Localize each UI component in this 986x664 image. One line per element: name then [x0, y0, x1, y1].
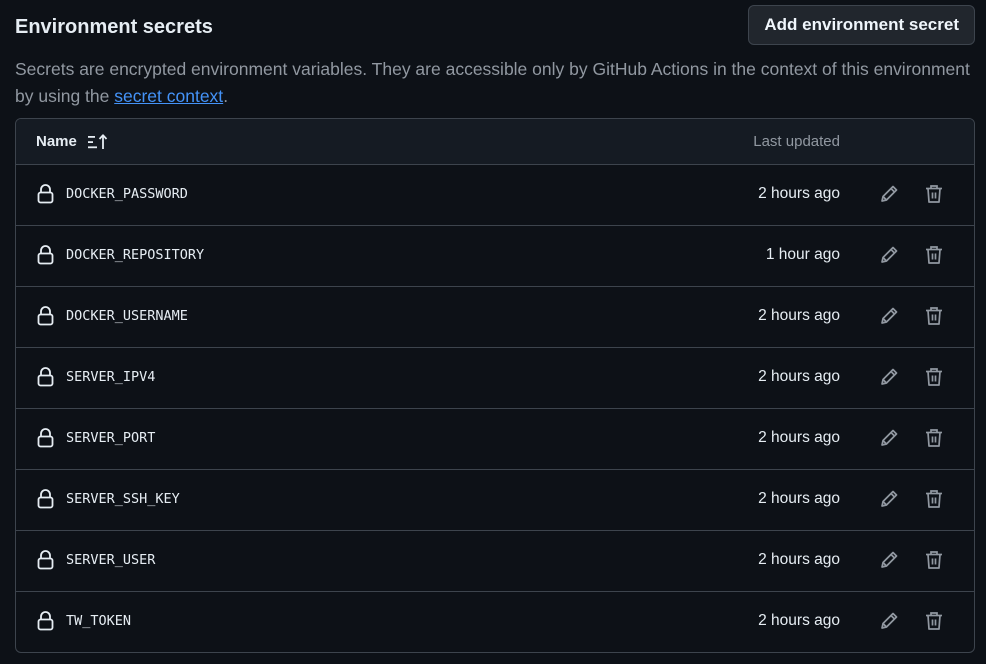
table-row: DOCKER_PASSWORD 2 hours ago [16, 165, 974, 226]
trash-icon[interactable] [923, 610, 945, 632]
secrets-header: Environment secrets Add environment secr… [15, 5, 975, 45]
table-row: SERVER_USER 2 hours ago [16, 531, 974, 592]
last-updated-time: 2 hours ago [758, 612, 840, 629]
pencil-icon[interactable] [878, 366, 900, 388]
last-updated-time: 2 hours ago [758, 368, 840, 385]
pencil-icon[interactable] [878, 549, 900, 571]
secret-name: DOCKER_REPOSITORY [66, 247, 205, 263]
lock-icon [37, 611, 54, 631]
trash-icon[interactable] [923, 549, 945, 571]
description-end: . [223, 86, 229, 106]
last-updated-time: 2 hours ago [758, 429, 840, 446]
column-header-name: Name [36, 133, 77, 150]
pencil-icon[interactable] [878, 305, 900, 327]
secret-name: SERVER_USER [66, 552, 156, 568]
secrets-table: Name Last updated DOCKER_PASSWORD 2 hours… [15, 118, 975, 653]
lock-icon [37, 428, 54, 448]
last-updated-time: 2 hours ago [758, 490, 840, 507]
secret-name: DOCKER_USERNAME [66, 308, 188, 324]
page-title: Environment secrets [15, 16, 213, 38]
lock-icon [37, 306, 54, 326]
lock-icon [37, 184, 54, 204]
trash-icon[interactable] [923, 305, 945, 327]
trash-icon[interactable] [923, 488, 945, 510]
trash-icon[interactable] [923, 366, 945, 388]
sort-ascending-icon[interactable] [87, 133, 109, 151]
secret-name: SERVER_IPV4 [66, 369, 156, 385]
table-row: DOCKER_REPOSITORY 1 hour ago [16, 226, 974, 287]
table-row: SERVER_PORT 2 hours ago [16, 409, 974, 470]
secret-name: SERVER_SSH_KEY [66, 491, 180, 507]
pencil-icon[interactable] [878, 244, 900, 266]
secret-name: DOCKER_PASSWORD [66, 186, 188, 202]
table-row: SERVER_SSH_KEY 2 hours ago [16, 470, 974, 531]
secret-context-link[interactable]: secret context [114, 86, 223, 106]
column-header-last-updated: Last updated [753, 133, 840, 150]
secrets-description: Secrets are encrypted environment variab… [15, 56, 975, 110]
add-environment-secret-button[interactable]: Add environment secret [748, 5, 975, 45]
lock-icon [37, 367, 54, 387]
last-updated-time: 1 hour ago [765, 246, 840, 263]
pencil-icon[interactable] [878, 183, 900, 205]
lock-icon [37, 550, 54, 570]
table-row: TW_TOKEN 2 hours ago [16, 592, 974, 652]
last-updated-time: 2 hours ago [758, 307, 840, 324]
pencil-icon[interactable] [878, 610, 900, 632]
trash-icon[interactable] [923, 427, 945, 449]
last-updated-time: 2 hours ago [758, 551, 840, 568]
lock-icon [37, 245, 54, 265]
secret-name: TW_TOKEN [66, 613, 132, 629]
pencil-icon[interactable] [878, 488, 900, 510]
table-row: SERVER_IPV4 2 hours ago [16, 348, 974, 409]
table-header: Name Last updated [16, 119, 974, 165]
trash-icon[interactable] [923, 183, 945, 205]
last-updated-time: 2 hours ago [758, 185, 840, 202]
pencil-icon[interactable] [878, 427, 900, 449]
trash-icon[interactable] [923, 244, 945, 266]
lock-icon [37, 489, 54, 509]
table-row: DOCKER_USERNAME 2 hours ago [16, 287, 974, 348]
secret-name: SERVER_PORT [66, 430, 156, 446]
